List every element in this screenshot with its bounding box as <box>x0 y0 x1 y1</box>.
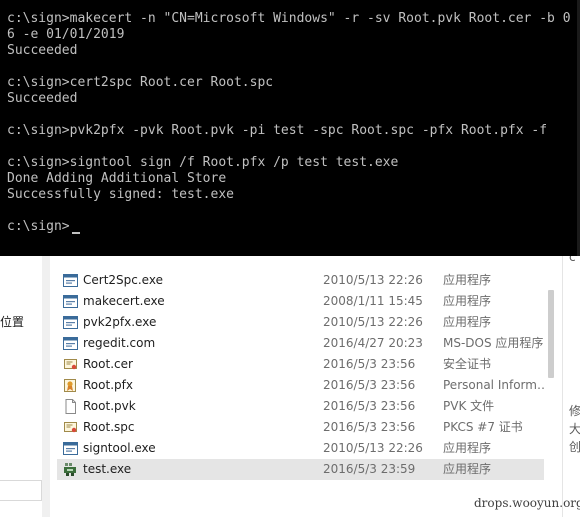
exe-window-icon <box>63 337 78 350</box>
file-list-scrollbar[interactable] <box>545 256 559 517</box>
console-line: c:\sign>pvk2pfx -pvk Root.pvk -pi test -… <box>7 123 548 138</box>
file-name: Root.cer <box>83 357 133 371</box>
exe-window-icon <box>63 274 78 287</box>
file-row[interactable]: Root.pfx 2016/5/3 23:56 Personal Inform… <box>57 375 549 396</box>
file-row[interactable]: Root.cer 2016/5/3 23:56 安全证书 <box>57 354 544 375</box>
nav-item-location[interactable]: 位置 <box>0 313 24 330</box>
nav-pane-box[interactable] <box>0 480 42 501</box>
signed-exe-icon <box>64 463 76 476</box>
file-date: 2016/5/3 23:56 <box>323 420 416 434</box>
file-name: pvk2pfx.exe <box>83 315 157 329</box>
file-name: regedit.com <box>83 336 156 350</box>
scrollbar-thumb[interactable] <box>548 290 554 378</box>
file-type: 应用程序 <box>443 441 492 455</box>
console-line: Succeeded <box>7 43 78 58</box>
file-type: 应用程序 <box>443 294 492 308</box>
file-type: 应用程序 <box>443 273 492 287</box>
file-name: Root.pvk <box>83 399 136 413</box>
file-type: PKCS #7 证书 <box>443 420 523 434</box>
exe-window-icon <box>63 316 78 329</box>
file-name: signtool.exe <box>83 441 156 455</box>
certificate-icon <box>64 422 77 433</box>
details-text: 创 <box>569 440 580 454</box>
file-row[interactable]: makecert.exe 2008/1/11 15:45 应用程序 <box>57 291 544 312</box>
file-date: 2016/5/3 23:59 <box>323 462 416 476</box>
command-prompt-window[interactable]: c:\sign>makecert -n "CN=Microsoft Window… <box>0 0 580 256</box>
file-explorer: 位置 Cert2Spc.exe 2010/5/13 22:26 应用程序 mak… <box>0 256 580 517</box>
console-line: Succeeded <box>7 91 78 106</box>
navigation-scrollbar[interactable] <box>42 256 50 517</box>
details-text: 修 <box>569 404 580 418</box>
file-date: 2016/4/27 20:23 <box>323 336 423 350</box>
file-name: test.exe <box>83 462 132 476</box>
file-date: 2016/5/3 23:56 <box>323 378 416 392</box>
file-type: MS-DOS 应用程序 <box>443 336 544 350</box>
file-row[interactable]: Root.spc 2016/5/3 23:56 PKCS #7 证书 <box>57 417 544 438</box>
text-cursor <box>72 232 80 234</box>
file-type: Personal Inform… <box>443 378 549 392</box>
details-text: c <box>569 256 576 264</box>
file-date: 2016/5/3 23:56 <box>323 399 416 413</box>
file-name: makecert.exe <box>83 294 165 308</box>
console-line: Done Adding Additional Store <box>7 171 227 186</box>
file-type: 应用程序 <box>443 315 492 329</box>
file-date: 2010/5/13 22:26 <box>323 315 423 329</box>
console-line: c:\sign>cert2spc Root.cer Root.spc <box>7 75 274 90</box>
exe-window-icon <box>63 442 78 455</box>
file-row[interactable]: regedit.com 2016/4/27 20:23 MS-DOS 应用程序 <box>57 333 544 354</box>
file-row[interactable]: Root.pvk 2016/5/3 23:56 PVK 文件 <box>57 396 544 417</box>
console-line: 6 -e 01/01/2019 <box>7 27 125 42</box>
navigation-pane[interactable]: 位置 <box>0 256 43 517</box>
file-name: Cert2Spc.exe <box>83 273 163 287</box>
certificate-icon <box>64 359 77 370</box>
file-date: 2010/5/13 22:26 <box>323 273 423 287</box>
console-line: c:\sign>signtool sign /f Root.pfx /p tes… <box>7 155 399 170</box>
console-prompt[interactable]: c:\sign> <box>7 219 70 235</box>
personal-info-cert-icon <box>64 379 76 392</box>
exe-window-icon <box>63 295 78 308</box>
file-row-selected[interactable]: test.exe 2016/5/3 23:59 应用程序 <box>57 459 544 480</box>
file-date: 2016/5/3 23:56 <box>323 357 416 371</box>
blank-file-icon <box>65 399 76 414</box>
file-row[interactable]: pvk2pfx.exe 2010/5/13 22:26 应用程序 <box>57 312 544 333</box>
file-row[interactable]: signtool.exe 2010/5/13 22:26 应用程序 <box>57 438 544 459</box>
file-type: 安全证书 <box>443 357 492 371</box>
file-type: PVK 文件 <box>443 399 495 413</box>
file-date: 2010/5/13 22:26 <box>323 441 423 455</box>
console-line: Successfully signed: test.exe <box>7 187 234 202</box>
file-name: Root.spc <box>83 420 135 434</box>
details-text: 大 <box>569 422 580 436</box>
details-pane: c 修 大 创 <box>562 256 580 517</box>
file-row[interactable]: Cert2Spc.exe 2010/5/13 22:26 应用程序 <box>57 270 544 291</box>
file-date: 2008/1/11 15:45 <box>323 294 423 308</box>
watermark-text: drops.wooyun.org <box>474 496 580 510</box>
file-name: Root.pfx <box>83 378 133 392</box>
console-line: c:\sign>makecert -n "CN=Microsoft Window… <box>7 11 571 26</box>
file-type: 应用程序 <box>443 462 492 476</box>
